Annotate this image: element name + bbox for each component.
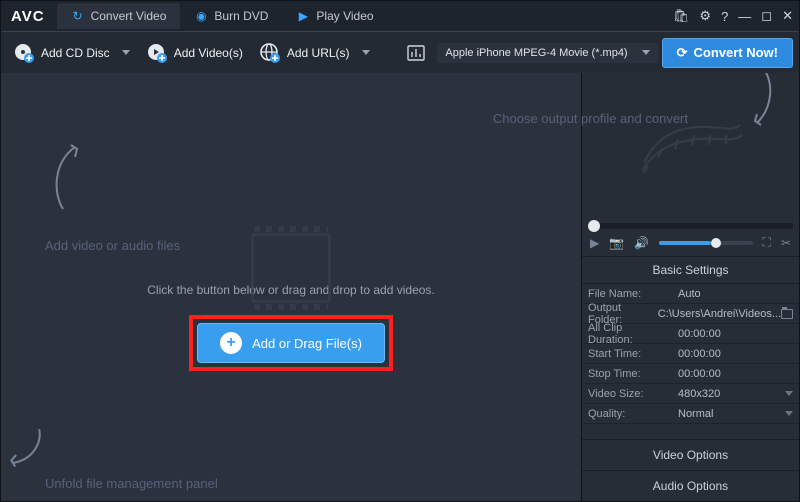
video-options-button[interactable]: Video Options — [582, 439, 799, 470]
drop-area[interactable]: Add video or audio files Click the butto… — [1, 73, 581, 501]
refresh-icon: ↻ — [71, 9, 85, 23]
plus-circle-icon: + — [220, 332, 242, 354]
setting-start-time: Start Time: 00:00:00 — [582, 344, 799, 364]
trim-button[interactable]: ✂ — [781, 236, 791, 250]
convert-now-button[interactable]: ⟳ Convert Now! — [662, 38, 793, 68]
minimize-button[interactable]: — — [738, 9, 751, 24]
highlight-box: + Add or Drag File(s) — [189, 315, 393, 371]
add-videos-button[interactable]: Add Video(s) — [140, 38, 249, 68]
setting-value: 00:00:00 — [672, 328, 799, 340]
arrow-annotation-icon — [45, 143, 85, 213]
output-profile-icon-button[interactable] — [399, 38, 433, 68]
tab-label: Convert Video — [91, 9, 167, 23]
tool-label: Add CD Disc — [41, 46, 110, 60]
setting-value[interactable]: 00:00:00 — [672, 368, 799, 380]
tool-label: Add Video(s) — [174, 46, 243, 60]
setting-all-clip-duration: All Clip Duration: 00:00:00 — [582, 324, 799, 344]
tab-label: Burn DVD — [214, 9, 268, 23]
setting-value[interactable]: C:\Users\Andrei\Videos... — [652, 308, 799, 320]
gear-icon[interactable]: ⚙ — [699, 8, 711, 24]
volume-slider[interactable] — [659, 241, 752, 245]
options-section: Video Options Audio Options — [582, 439, 799, 501]
store-icon[interactable]: 🛍 — [673, 8, 690, 24]
chevron-down-icon — [122, 50, 130, 55]
maximize-button[interactable]: ◻ — [761, 8, 772, 24]
hint-unfold-panel: Unfold file management panel — [45, 476, 218, 491]
play-button[interactable]: ▶ — [590, 236, 599, 250]
setting-stop-time: Stop Time: 00:00:00 — [582, 364, 799, 384]
setting-value[interactable]: Normal — [672, 408, 799, 420]
chevron-down-icon — [642, 50, 650, 55]
setting-value[interactable]: Auto — [672, 288, 799, 300]
add-urls-button[interactable]: Add URL(s) — [253, 38, 376, 68]
main-area: Add video or audio files Click the butto… — [1, 73, 799, 501]
volume-thumb-icon — [711, 238, 721, 248]
setting-video-size: Video Size: 480x320 — [582, 384, 799, 404]
setting-key: Video Size: — [582, 388, 672, 400]
close-button[interactable]: ✕ — [782, 8, 793, 24]
refresh-icon: ⟳ — [677, 45, 688, 61]
audio-options-button[interactable]: Audio Options — [582, 470, 799, 501]
output-profile-select[interactable]: Apple iPhone MPEG-4 Movie (*.mp4) — [437, 43, 657, 63]
setting-key: Start Time: — [582, 348, 672, 360]
add-or-drag-files-button[interactable]: + Add or Drag File(s) — [197, 323, 385, 363]
setting-value[interactable]: 00:00:00 — [672, 348, 799, 360]
add-cd-disc-button[interactable]: Add CD Disc — [7, 38, 136, 68]
tab-burn-dvd[interactable]: ◉ Burn DVD — [180, 3, 282, 29]
toolbar: Add CD Disc Add Video(s) Add URL(s) Appl… — [1, 31, 799, 73]
titlebar-controls: 🛍 ⚙ ? — ◻ ✕ — [673, 8, 793, 24]
tab-convert-video[interactable]: ↻ Convert Video — [57, 3, 181, 29]
hint-add-files: Add video or audio files — [45, 238, 180, 253]
chevron-down-icon — [362, 50, 370, 55]
setting-key: File Name: — [582, 288, 672, 300]
globe-plus-icon — [259, 42, 281, 64]
right-panel: Choose output profile and convert ▶ 📷 🔊 … — [581, 73, 799, 501]
add-drag-label: Add or Drag File(s) — [252, 336, 362, 351]
mute-button[interactable]: 🔊 — [634, 236, 649, 250]
app-logo: AVC — [11, 8, 45, 25]
seek-thumb-icon — [588, 220, 600, 232]
tool-label: Add URL(s) — [287, 46, 350, 60]
folder-icon[interactable] — [781, 309, 793, 319]
setting-key: Stop Time: — [582, 368, 672, 380]
setting-value[interactable]: 480x320 — [672, 388, 799, 400]
snapshot-button[interactable]: 📷 — [609, 236, 624, 250]
video-plus-icon — [146, 42, 168, 64]
setting-key: All Clip Duration: — [582, 322, 672, 346]
app-window: AVC ↻ Convert Video ◉ Burn DVD ▶ Play Vi… — [0, 0, 800, 502]
chevron-down-icon — [785, 411, 793, 416]
fullscreen-button[interactable]: ⛶ — [763, 235, 771, 250]
titlebar: AVC ↻ Convert Video ◉ Burn DVD ▶ Play Vi… — [1, 1, 799, 31]
chevron-down-icon — [785, 391, 793, 396]
play-icon: ▶ — [296, 9, 310, 23]
help-icon[interactable]: ? — [721, 9, 728, 24]
disc-icon: ◉ — [194, 9, 208, 23]
main-tabs: ↻ Convert Video ◉ Burn DVD ▶ Play Video — [57, 3, 673, 29]
tab-play-video[interactable]: ▶ Play Video — [282, 3, 387, 29]
setting-key: Quality: — [582, 408, 672, 420]
player-controls: ▶ 📷 🔊 ⛶ ✂ — [582, 229, 799, 257]
setting-quality: Quality: Normal — [582, 404, 799, 424]
settings-header: Basic Settings — [582, 257, 799, 284]
tab-label: Play Video — [316, 9, 373, 23]
cd-plus-icon — [13, 42, 35, 64]
equalizer-icon — [405, 42, 427, 64]
profile-label: Apple iPhone MPEG-4 Movie (*.mp4) — [445, 47, 627, 59]
seek-slider[interactable] — [588, 223, 793, 229]
preview-area: Choose output profile and convert — [582, 73, 799, 223]
convert-label: Convert Now! — [694, 45, 779, 60]
arrow-annotation-icon — [749, 73, 779, 130]
film-ghost-icon — [251, 233, 331, 303]
film-reel-icon — [636, 107, 746, 190]
arrow-annotation-icon — [5, 416, 55, 477]
